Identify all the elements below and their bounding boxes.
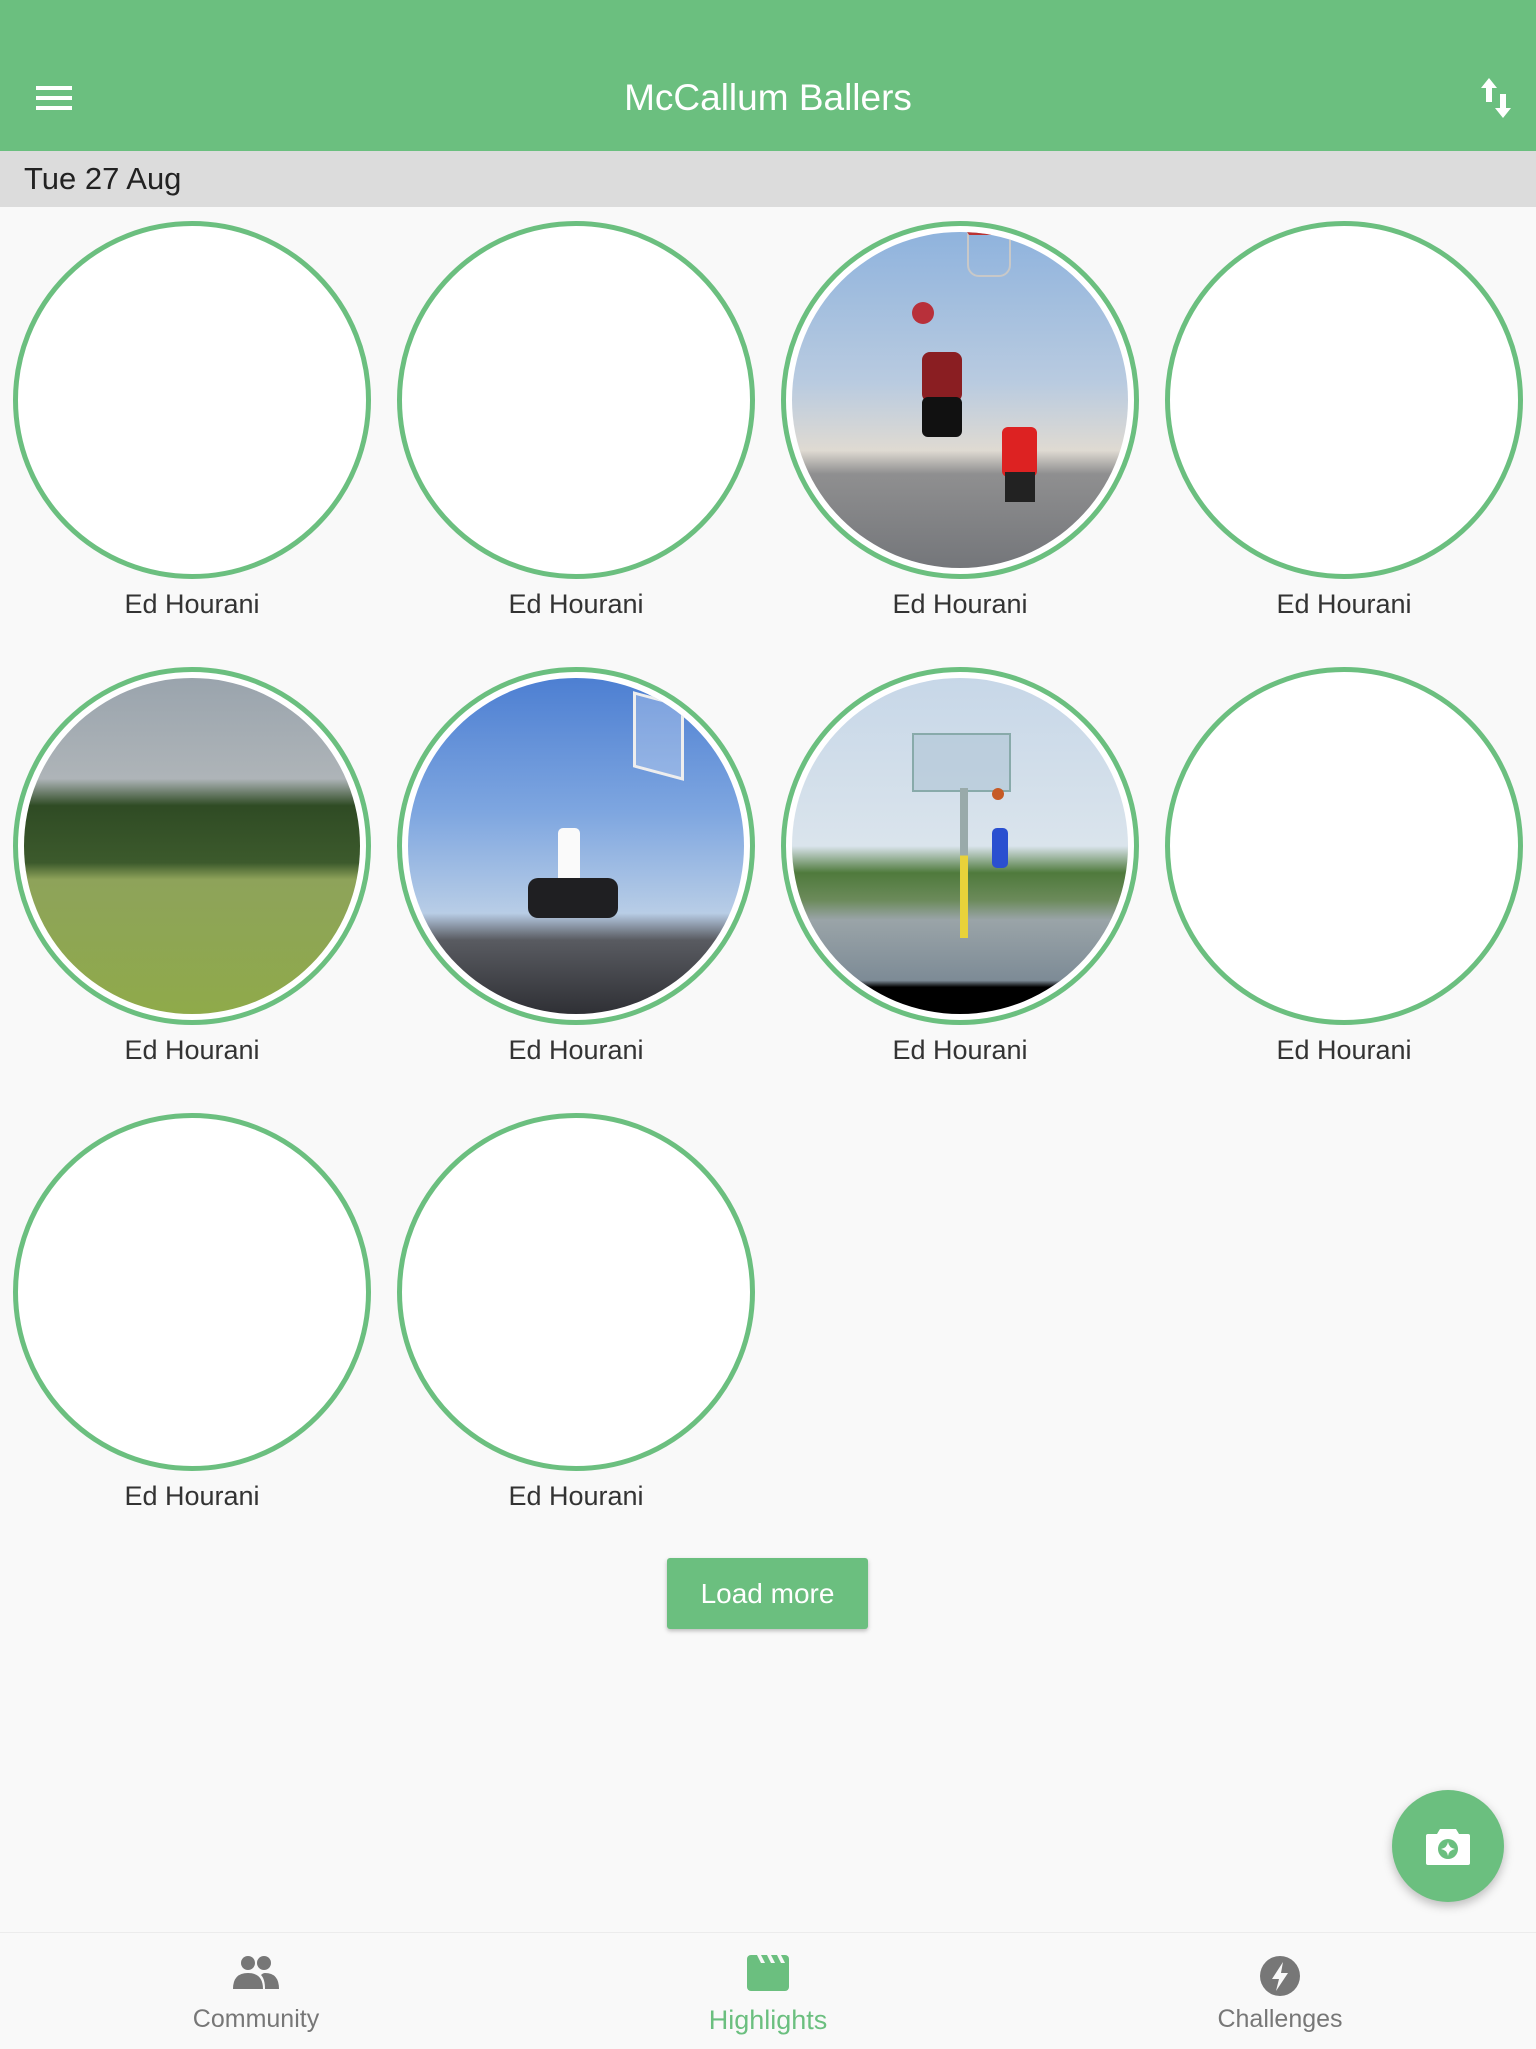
highlight-author: Ed Hourani: [508, 1035, 644, 1065]
ball-shape: [992, 788, 1004, 800]
highlight-thumbnail[interactable]: [397, 221, 755, 579]
pole-shape: [960, 788, 968, 938]
highlight-thumbnail[interactable]: [781, 667, 1139, 1025]
backboard-shape: [912, 733, 1011, 792]
highlight-author: Ed Hourani: [124, 1035, 260, 1065]
nav-label: Community: [192, 2005, 320, 2033]
highlight-author: Ed Hourani: [508, 1481, 644, 1511]
highlight-thumbnail[interactable]: [781, 221, 1139, 579]
highlight-thumbnail[interactable]: [1165, 667, 1523, 1025]
highlight-author: Ed Hourani: [892, 1035, 1028, 1065]
highlight-thumbnail[interactable]: [397, 1113, 755, 1471]
highlight-author: Ed Hourani: [124, 1481, 260, 1511]
highlight-tile[interactable]: Ed Hourani: [384, 1099, 768, 1545]
highlight-author: Ed Hourani: [1276, 589, 1412, 619]
swap-vertical-icon: [1481, 78, 1511, 118]
highlight-tile[interactable]: Ed Hourani: [384, 653, 768, 1099]
highlight-photo: [24, 678, 360, 1014]
highlight-thumbnail[interactable]: [1165, 221, 1523, 579]
add-photo-camera-icon: [1426, 1829, 1470, 1865]
nav-tab-community[interactable]: Community: [0, 1933, 512, 2049]
nav-tab-highlights[interactable]: Highlights: [512, 1933, 1024, 2049]
highlight-tile[interactable]: Ed Hourani: [384, 207, 768, 653]
highlight-tile[interactable]: Ed Hourani: [768, 653, 1152, 1099]
date-label: Tue 27 Aug: [24, 161, 182, 196]
backboard-shape: [633, 691, 684, 781]
page-title: McCallum Ballers: [624, 77, 912, 118]
player-shape: [922, 397, 962, 437]
highlight-photo: [792, 232, 1128, 568]
highlight-thumbnail[interactable]: [13, 1113, 371, 1471]
clapperboard-icon: [747, 1955, 789, 1991]
player-shape: [922, 352, 962, 402]
highlight-author: Ed Hourani: [124, 589, 260, 619]
nav-label: Challenges: [1217, 2005, 1343, 2033]
highlight-photo: [792, 678, 1128, 1014]
highlight-thumbnail[interactable]: [13, 667, 371, 1025]
ball-shape: [912, 302, 934, 324]
player-shape: [992, 828, 1008, 868]
highlight-tile[interactable]: Ed Hourani: [0, 1099, 384, 1545]
nav-tab-challenges[interactable]: Challenges: [1024, 1933, 1536, 2049]
highlight-tile[interactable]: Ed Hourani: [768, 207, 1152, 653]
highlight-author: Ed Hourani: [892, 589, 1028, 619]
highlight-tile[interactable]: Ed Hourani: [0, 653, 384, 1099]
highlight-photo: [408, 678, 744, 1014]
player-shape: [1005, 472, 1035, 502]
lightning-icon: [1260, 1956, 1300, 1996]
highlight-author: Ed Hourani: [1276, 1035, 1412, 1065]
highlight-tile[interactable]: Ed Hourani: [0, 207, 384, 653]
date-section-header: Tue 27 Aug: [0, 151, 1536, 207]
highlight-tile[interactable]: Ed Hourani: [1152, 207, 1536, 653]
player-shape: [1002, 427, 1037, 477]
hoop-shape: [967, 232, 1011, 277]
nav-label: Highlights: [708, 2005, 828, 2035]
sort-button[interactable]: [1468, 68, 1524, 128]
highlight-tile[interactable]: Ed Hourani: [1152, 653, 1536, 1099]
load-more-button[interactable]: Load more: [667, 1558, 868, 1629]
bottom-navigation: Community Highlights Challenges: [0, 1932, 1536, 2049]
highlight-thumbnail[interactable]: [397, 667, 755, 1025]
highlight-author: Ed Hourani: [508, 589, 644, 619]
app-bar: McCallum Ballers: [0, 0, 1536, 151]
highlight-thumbnail[interactable]: [13, 221, 371, 579]
add-photo-fab[interactable]: [1392, 1790, 1504, 1902]
people-icon: [233, 1956, 279, 1989]
players-shape: [528, 878, 618, 918]
